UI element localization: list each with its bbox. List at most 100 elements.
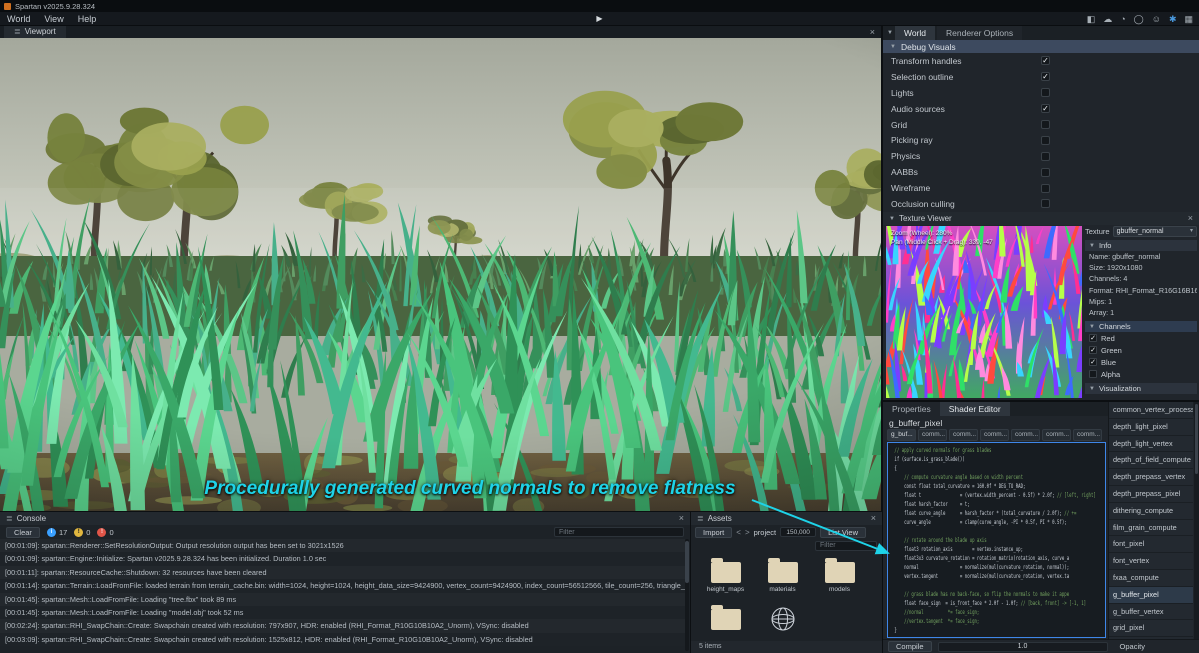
- asset-item[interactable]: height_maps: [697, 558, 754, 599]
- thumbnail-size-box[interactable]: 150,000: [780, 527, 817, 537]
- import-button[interactable]: Import: [695, 526, 733, 538]
- panel-menu-icon[interactable]: ≣: [6, 514, 13, 523]
- shader-list-item[interactable]: fxaa_compute: [1109, 569, 1193, 587]
- checkbox[interactable]: [1041, 183, 1050, 193]
- checkbox[interactable]: [1041, 135, 1050, 145]
- opacity-label: Opacity: [1119, 642, 1145, 651]
- checkbox[interactable]: ✓: [1041, 72, 1050, 82]
- shader-list-item[interactable]: depth_prepass_vertex: [1109, 469, 1193, 486]
- opacity-slider[interactable]: 1.0: [937, 641, 1108, 652]
- shader-list-item[interactable]: depth_prepass_pixel: [1109, 485, 1193, 503]
- tab-shader-editor[interactable]: Shader Editor: [939, 402, 1010, 416]
- warning-count[interactable]: ! 0: [74, 527, 90, 537]
- shader-list-item[interactable]: grid_pixel: [1109, 620, 1193, 638]
- panel-menu-icon[interactable]: ≣: [697, 514, 704, 523]
- shader-list-item[interactable]: font_pixel: [1109, 536, 1193, 554]
- close-icon[interactable]: ×: [679, 512, 684, 525]
- code-line: float t = (vertex.width_percent - 0.5f) …: [892, 491, 1096, 499]
- scrollbar[interactable]: [685, 539, 689, 651]
- grid-icon[interactable]: ▦: [1184, 12, 1193, 26]
- console-log-line: [00:01:14]: spartan::Terrain::LoadFromFi…: [0, 579, 685, 593]
- debug-option-label: Wireframe: [891, 183, 931, 194]
- channels-header[interactable]: ▼ Channels: [1085, 321, 1197, 333]
- shader-list-item[interactable]: dithering_compute: [1109, 502, 1193, 520]
- tab-world[interactable]: World: [894, 26, 935, 40]
- sphere-icon[interactable]: ◔: [1120, 12, 1125, 26]
- checkbox[interactable]: ✓: [1041, 56, 1050, 66]
- texture-viewer-header[interactable]: ▼ Texture Viewer ×: [883, 212, 1199, 225]
- forward-icon[interactable]: >: [745, 528, 750, 537]
- checkbox[interactable]: ✓: [1089, 334, 1097, 343]
- cloud-icon[interactable]: ☁: [1103, 12, 1112, 26]
- scrollbar-thumb[interactable]: [1195, 404, 1198, 474]
- console-filter-input[interactable]: [554, 527, 684, 537]
- shader-file-tab[interactable]: comm...: [1011, 429, 1040, 441]
- asset-item[interactable]: models: [811, 558, 868, 599]
- tab-renderer-options[interactable]: Renderer Options: [937, 26, 1023, 40]
- info-header[interactable]: ▼ Info: [1085, 240, 1197, 251]
- shader-list-item[interactable]: film_grain_compute: [1109, 519, 1193, 537]
- close-icon[interactable]: ×: [871, 512, 876, 525]
- shader-file-tabs: g_buf... comm... comm... comm... comm... comm…: [887, 429, 1102, 441]
- tab-viewport[interactable]: ≣ Viewport: [4, 26, 66, 38]
- error-count[interactable]: ! 0: [97, 527, 114, 537]
- texture-select[interactable]: gbuffer_normal ▾: [1112, 226, 1197, 237]
- tab-properties[interactable]: Properties: [883, 402, 940, 416]
- info-count[interactable]: i 17: [46, 527, 67, 537]
- viewport-tab-label: Viewport: [24, 27, 56, 36]
- checkbox[interactable]: [1089, 370, 1097, 379]
- collapse-icon[interactable]: ▼: [887, 30, 893, 36]
- debug-option-label: Physics: [891, 151, 921, 162]
- checkbox[interactable]: [1041, 88, 1050, 98]
- checkbox[interactable]: ✓: [1089, 346, 1097, 355]
- checkbox[interactable]: ✓: [1089, 358, 1097, 367]
- close-icon[interactable]: ×: [1188, 212, 1193, 225]
- menu-help[interactable]: Help: [71, 12, 104, 26]
- shader-list-item[interactable]: common_vertex_processing: [1109, 402, 1193, 419]
- scrollbar[interactable]: [1194, 402, 1199, 639]
- asset-item[interactable]: materials: [754, 558, 811, 599]
- asset-item[interactable]: [697, 604, 754, 641]
- shader-file-tab[interactable]: g_buf...: [887, 429, 916, 441]
- shader-file-tab[interactable]: comm...: [918, 429, 947, 441]
- compile-button[interactable]: Compile: [888, 641, 932, 652]
- visualization-header[interactable]: ▼ Visualization: [1085, 383, 1197, 395]
- texture-viewer-title: Texture Viewer: [898, 214, 952, 223]
- shader-list-item[interactable]: font_vertex: [1109, 553, 1193, 570]
- back-icon[interactable]: <: [736, 528, 741, 537]
- checkbox[interactable]: [1041, 167, 1050, 177]
- asset-item[interactable]: [754, 605, 811, 641]
- shader-file-tab[interactable]: comm...: [1073, 429, 1102, 441]
- breadcrumb[interactable]: project: [754, 528, 777, 537]
- checkbox[interactable]: [1041, 199, 1050, 209]
- asset-label: materials: [769, 586, 796, 593]
- texture-preview[interactable]: Zoom (Wheel): 280% Pan (Middle Click + D…: [886, 226, 1082, 398]
- debug-visuals-header[interactable]: ▼ Debug Visuals: [883, 40, 1199, 53]
- screenshot-icon[interactable]: ◧: [1087, 12, 1096, 26]
- checkbox[interactable]: [1041, 120, 1050, 129]
- world-panel-tabs: ▼ World Renderer Options: [883, 26, 1199, 40]
- shader-file-tab[interactable]: comm...: [980, 429, 1009, 441]
- checkbox[interactable]: ✓: [1041, 104, 1050, 114]
- shader-file-tab[interactable]: comm...: [949, 429, 978, 441]
- shader-file-tab[interactable]: comm...: [1042, 429, 1071, 441]
- menu-world[interactable]: World: [0, 12, 37, 26]
- list-view-button[interactable]: List View: [820, 526, 867, 538]
- shader-list-item[interactable]: depth_light_vertex: [1109, 435, 1193, 453]
- settings-gear-icon[interactable]: ✱: [1169, 12, 1177, 26]
- viewport-3d-scene[interactable]: Procedurally generated curved normals to…: [0, 38, 881, 511]
- code-editor[interactable]: // apply curved normals for grass blades…: [887, 442, 1106, 638]
- shader-list-item[interactable]: depth_light_pixel: [1109, 418, 1193, 436]
- shader-list-item[interactable]: depth_of_field_compute: [1109, 452, 1193, 470]
- shader-list-item[interactable]: g_buffer_vertex: [1109, 603, 1193, 621]
- clear-button[interactable]: Clear: [6, 526, 40, 538]
- shader-list-item[interactable]: g_buffer_pixel: [1109, 586, 1193, 604]
- smiley-icon[interactable]: ☺: [1152, 12, 1161, 26]
- circle-icon[interactable]: ◯: [1134, 12, 1144, 26]
- assets-filter-input[interactable]: [815, 540, 877, 551]
- checkbox[interactable]: [1041, 151, 1050, 161]
- play-button[interactable]: ▶: [596, 14, 602, 23]
- scrollbar-thumb[interactable]: [685, 541, 689, 583]
- menu-view[interactable]: View: [37, 12, 70, 26]
- debug-option-label: Transform handles: [891, 55, 962, 66]
